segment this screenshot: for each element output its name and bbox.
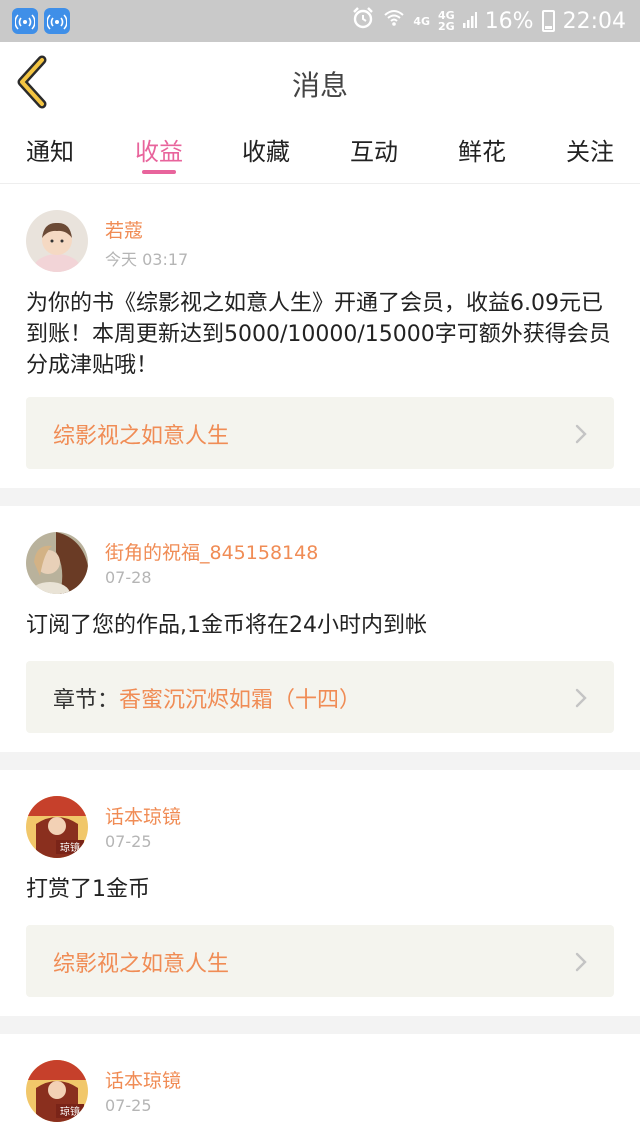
network-type-stack: 4G 2G [438,9,455,33]
wifi-hotspot-icon [12,8,38,34]
chapter-link: 章节：香蜜沉沉烬如霜（十四） [53,682,361,714]
alarm-icon [351,6,375,36]
battery-icon [541,10,555,32]
username[interactable]: 话本琼镜 [105,1066,181,1093]
clock-time: 22:04 [562,8,626,34]
chapter-title: 香蜜沉沉烬如霜（十四） [119,688,362,713]
active-tab-indicator [142,170,176,174]
avatar[interactable] [26,210,88,272]
message-card: 琼镜 话本琼镜 07-25 [0,1034,640,1138]
avatar-logo-text: 琼镜 [60,1105,80,1118]
card-separator [0,1016,640,1034]
book-link-card[interactable]: 综影视之如意人生 [26,397,614,469]
chevron-right-icon [575,688,587,708]
chapter-link-card[interactable]: 章节：香蜜沉沉烬如霜（十四） [26,661,614,733]
timestamp: 07-25 [105,832,152,851]
tab-flowers[interactable]: 鲜花 [434,132,530,167]
username[interactable]: 若蔻 [105,216,143,243]
message-card: 街角的祝福_845158148 07-28 订阅了您的作品,1金币将在24小时内… [0,506,640,752]
message-text: 订阅了您的作品,1金币将在24小时内到帐 [26,613,427,638]
message-feed: 若蔻 今天 03:17 为你的书《综影视之如意人生》开通了会员，收益6.09元已… [0,184,640,1138]
message-text: 打赏了1金币 [26,877,150,902]
wifi-icon [383,7,405,35]
message-card: 琼镜 话本琼镜 07-25 打赏了1金币 综影视之如意人生 [0,770,640,1016]
tab-earnings[interactable]: 收益 [111,132,207,167]
tab-notifications[interactable]: 通知 [2,132,98,167]
chapter-prefix: 章节： [53,688,120,713]
network-type-label: 4G [413,14,430,28]
tab-favorites[interactable]: 收藏 [218,132,314,167]
chevron-right-icon [575,952,587,972]
username[interactable]: 话本琼镜 [105,802,181,829]
wifi-hotspot-icon [44,8,70,34]
app-header: 消息 [0,42,640,122]
battery-percent: 16% [484,8,534,34]
book-title-link: 综影视之如意人生 [53,952,230,977]
username[interactable]: 街角的祝福_845158148 [105,538,318,565]
card-separator [0,488,640,506]
status-bar: 4G 4G 2G 16% 22:04 [0,0,640,42]
tab-follows[interactable]: 关注 [542,132,638,167]
avatar-logo-text: 琼镜 [60,841,80,854]
book-title-link: 综影视之如意人生 [53,424,230,449]
message-card: 若蔻 今天 03:17 为你的书《综影视之如意人生》开通了会员，收益6.09元已… [0,184,640,488]
signal-icon [462,9,477,34]
page-title: 消息 [291,69,348,102]
message-text: 为你的书《综影视之如意人生》开通了会员，收益6.09元已到账！本周更新达到500… [26,291,611,378]
timestamp: 07-25 [105,1096,152,1115]
timestamp: 07-28 [105,568,152,587]
avatar[interactable] [26,532,88,594]
avatar[interactable]: 琼镜 [26,1060,88,1122]
tab-interactions[interactable]: 互动 [326,132,422,167]
card-separator [0,752,640,770]
chevron-right-icon [575,424,587,444]
tab-bar: 通知 收益 收藏 互动 鲜花 关注 [0,122,640,184]
timestamp: 今天 03:17 [105,250,189,269]
avatar[interactable]: 琼镜 [26,796,88,858]
book-link-card[interactable]: 综影视之如意人生 [26,925,614,997]
